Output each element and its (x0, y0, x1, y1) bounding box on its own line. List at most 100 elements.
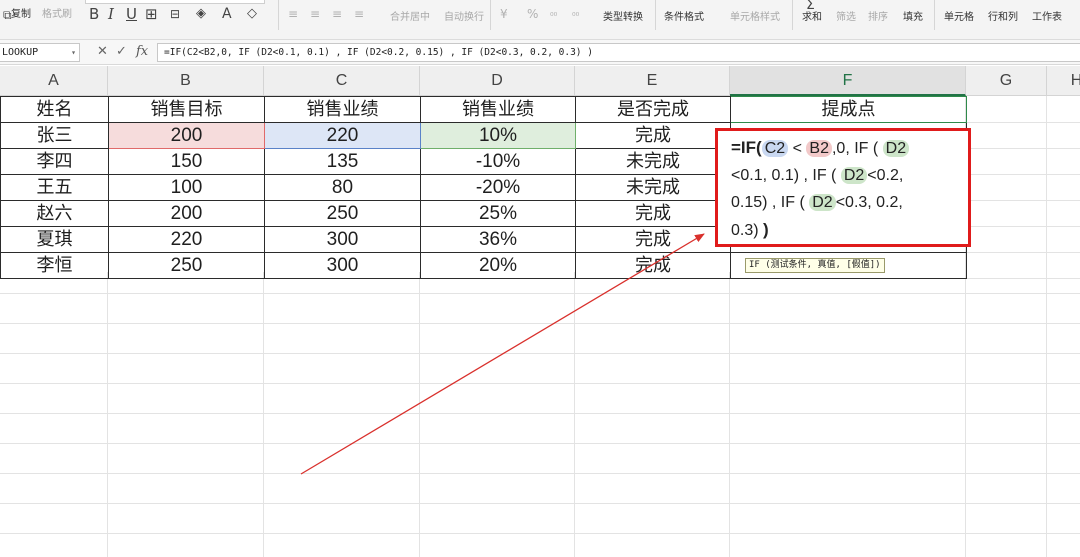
filter-button[interactable]: 筛选 (836, 12, 856, 24)
table-cell[interactable]: 250 (108, 252, 265, 279)
table-cell[interactable]: 36% (420, 226, 576, 253)
column-header-f[interactable]: F (730, 66, 966, 96)
cell-button[interactable]: 单元格 (944, 12, 974, 24)
table-cell-d2[interactable]: 10% (420, 122, 576, 149)
table-cell[interactable]: 李四 (0, 148, 109, 175)
gridline (574, 272, 575, 557)
name-box[interactable]: LOOKUP ▾ (0, 43, 80, 62)
decimal-increase-icon[interactable]: ⁰⁰ (550, 8, 557, 26)
fill-color-icon[interactable]: ◈ (196, 5, 206, 23)
merge-center-button[interactable]: 合并居中 (390, 12, 430, 24)
table-cell[interactable]: 未完成 (575, 174, 731, 201)
table-cell[interactable]: 赵六 (0, 200, 109, 227)
type-convert-button[interactable]: 类型转换 (603, 12, 643, 24)
font-color-icon[interactable]: A (222, 5, 232, 23)
table-cell[interactable]: 完成 (575, 200, 731, 227)
table-cell[interactable]: 80 (264, 174, 421, 201)
table-cell[interactable]: 100 (108, 174, 265, 201)
table-cell[interactable]: 250 (264, 200, 421, 227)
table-cell[interactable]: 135 (264, 148, 421, 175)
formula-paren: ( (872, 140, 879, 157)
bold-button[interactable]: B (89, 5, 99, 23)
column-header-c[interactable]: C (264, 66, 420, 96)
fill-button[interactable]: 填充 (903, 12, 923, 24)
formula-ref-d2: D2 (809, 194, 836, 211)
column-header-d[interactable]: D (420, 66, 575, 96)
align-center-icon[interactable]: ≡ (310, 5, 320, 23)
column-header-h[interactable]: H (1047, 66, 1080, 96)
table-cell[interactable]: 张三 (0, 122, 109, 149)
table-cell-c2[interactable]: 220 (264, 122, 421, 149)
italic-button[interactable]: I (108, 5, 114, 23)
format-painter-button[interactable]: 格式刷 (42, 9, 72, 21)
table-cell[interactable]: 200 (108, 200, 265, 227)
table-header-row: 姓名 销售目标 销售业绩 销售业绩 是否完成 提成点 (0, 96, 967, 123)
sort-button[interactable]: 排序 (868, 12, 888, 24)
name-box-value: LOOKUP (2, 47, 39, 58)
column-header-g[interactable]: G (966, 66, 1047, 96)
underline-button[interactable]: U (126, 5, 137, 23)
percent-button[interactable]: % (527, 5, 538, 23)
table-cell[interactable]: 完成 (575, 226, 731, 253)
border-dropdown-icon[interactable]: ⊟ (170, 5, 180, 23)
table-cell[interactable]: 20% (420, 252, 576, 279)
decimal-decrease-icon[interactable]: ⁰⁰ (572, 8, 579, 26)
table-cell[interactable]: 夏琪 (0, 226, 109, 253)
gridline (107, 272, 108, 557)
formula-close-paren: ) (763, 220, 769, 239)
ribbon-toolbar: ⧉ 复制 格式刷 B I U ⊞ ⊟ ◈ A ◇ ≡ ≡ ≡ ≡ 合并居中 自动… (0, 0, 1080, 40)
gridline (263, 272, 264, 557)
worksheet-button[interactable]: 工作表 (1032, 12, 1062, 24)
cell-style-button[interactable]: 单元格样式 (730, 12, 780, 24)
table-cell[interactable]: 李恒 (0, 252, 109, 279)
table-cell[interactable]: 300 (264, 252, 421, 279)
clear-format-icon[interactable]: ◇ (247, 5, 257, 23)
ribbon-divider (655, 0, 656, 30)
table-cell[interactable]: 25% (420, 200, 576, 227)
table-cell[interactable]: 300 (264, 226, 421, 253)
cell-editor-highlight[interactable]: =IF(C2 < B2,0, IF ( D2 <0.1, 0.1) , IF (… (715, 128, 971, 247)
check-icon[interactable]: ✓ (116, 44, 127, 60)
font-name-dropdown[interactable] (85, 0, 265, 4)
gridline (1046, 96, 1047, 557)
header-cell-completed[interactable]: 是否完成 (575, 96, 731, 123)
chevron-down-icon[interactable]: ▾ (71, 44, 76, 61)
formula-bar: LOOKUP ▾ ✕ ✓ fx =IF(C2<B2,0, IF (D2<0.1,… (0, 40, 1080, 65)
copy-button[interactable]: 复制 (11, 9, 31, 21)
column-header-a[interactable]: A (0, 66, 108, 96)
header-cell-commission[interactable]: 提成点 (730, 96, 967, 123)
table-cell[interactable]: 150 (108, 148, 265, 175)
table-cell[interactable]: 完成 (575, 252, 731, 279)
sum-button[interactable]: 求和 (802, 12, 822, 24)
header-cell-name[interactable]: 姓名 (0, 96, 109, 123)
table-cell[interactable]: 王五 (0, 174, 109, 201)
border-icon[interactable]: ⊞ (145, 5, 158, 23)
formula-text: <0.3, 0.2, (835, 194, 903, 211)
column-header-e[interactable]: E (575, 66, 730, 96)
formula-paren: ( (831, 167, 837, 184)
ribbon-divider (934, 0, 935, 30)
table-cell-b2[interactable]: 200 (108, 122, 265, 149)
formula-input[interactable]: =IF(C2<B2,0, IF (D2<0.1, 0.1) , IF (D2<0… (157, 43, 1080, 62)
formula-ref-d2: D2 (882, 140, 910, 157)
table-cell[interactable]: 未完成 (575, 148, 731, 175)
ribbon-divider (490, 0, 491, 30)
align-right-icon[interactable]: ≡ (332, 5, 342, 23)
header-cell-performance-rate[interactable]: 销售业绩 (420, 96, 576, 123)
insert-function-button[interactable]: fx (136, 43, 148, 60)
table-cell[interactable]: 220 (108, 226, 265, 253)
header-cell-performance[interactable]: 销售业绩 (264, 96, 421, 123)
justify-icon[interactable]: ≡ (354, 5, 364, 23)
cancel-icon[interactable]: ✕ (97, 44, 108, 60)
row-col-button[interactable]: 行和列 (988, 12, 1018, 24)
wrap-text-button[interactable]: 自动换行 (444, 12, 484, 24)
table-cell[interactable]: 完成 (575, 122, 731, 149)
header-cell-target[interactable]: 销售目标 (108, 96, 265, 123)
align-left-icon[interactable]: ≡ (288, 5, 298, 23)
table-cell[interactable]: -10% (420, 148, 576, 175)
column-header-b[interactable]: B (108, 66, 264, 96)
conditional-format-button[interactable]: 条件格式 (664, 12, 704, 24)
table-cell[interactable]: -20% (420, 174, 576, 201)
currency-button[interactable]: ¥ (500, 5, 508, 23)
gridline (729, 272, 730, 557)
